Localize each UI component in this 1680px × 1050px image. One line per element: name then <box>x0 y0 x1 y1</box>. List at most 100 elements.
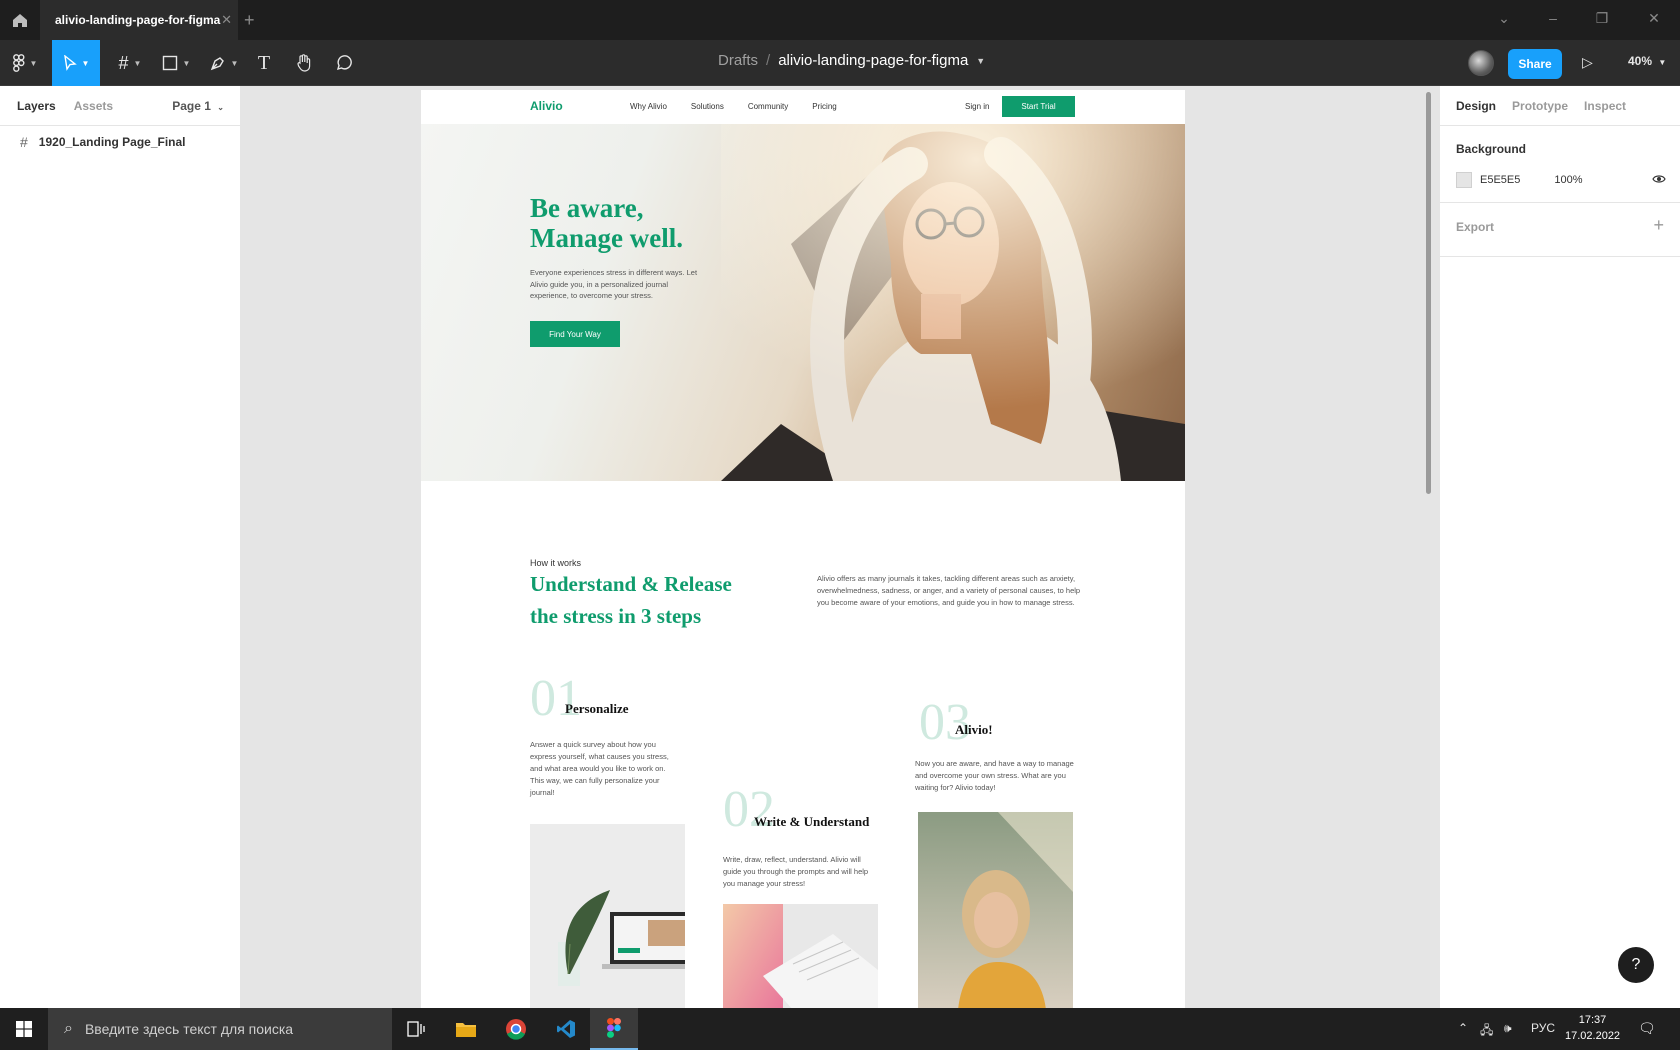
nav-link-why-alivio[interactable]: Why Alivio <box>630 102 667 111</box>
task-view-icon <box>407 1021 425 1037</box>
windows-start-button[interactable] <box>0 1008 48 1050</box>
frame-icon: # <box>118 52 129 73</box>
find-your-way-button[interactable]: Find Your Way <box>530 321 620 347</box>
close-tab-icon[interactable]: ✕ <box>221 12 232 28</box>
chevron-down-icon[interactable]: ⌄ <box>1494 10 1514 27</box>
layer-item[interactable]: # 1920_Landing Page_Final <box>0 126 240 158</box>
text-tool-button[interactable]: T <box>252 40 276 86</box>
hero-title-line-2: Manage well. <box>530 223 683 253</box>
sign-in-link[interactable]: Sign in <box>965 102 989 111</box>
frame-icon: # <box>20 134 28 150</box>
chevron-down-icon[interactable]: ▼ <box>976 56 985 69</box>
step-title-2: Write & Understand <box>754 814 870 829</box>
clock-time: 17:37 <box>1578 1014 1607 1026</box>
step-1-image <box>530 824 685 1008</box>
add-export-icon[interactable]: + <box>1653 215 1664 236</box>
figma-taskbar-button[interactable] <box>590 1008 638 1050</box>
nav-link-solutions[interactable]: Solutions <box>691 102 724 111</box>
minimize-icon[interactable]: – <box>1543 10 1563 26</box>
notification-icon[interactable]: 🗨 <box>1638 1020 1656 1037</box>
design-panel-tabs: Design Prototype Inspect <box>1440 86 1680 126</box>
canvas-scrollbar[interactable] <box>1426 92 1431 494</box>
shape-tool-button[interactable]: ▼ <box>156 40 196 86</box>
tab-prototype[interactable]: Prototype <box>1512 99 1568 113</box>
comment-tool-button[interactable] <box>330 40 358 86</box>
pen-tool-button[interactable]: ▼ <box>204 40 244 86</box>
move-tool-button[interactable]: ▼ <box>52 40 100 86</box>
step-3-image <box>918 812 1073 1008</box>
how-title-line-2: the stress in 3 steps <box>530 604 702 628</box>
restore-icon[interactable]: ❐ <box>1592 10 1612 27</box>
journal-illustration <box>723 904 878 1008</box>
chevron-down-icon: ⌄ <box>217 103 224 112</box>
windows-taskbar: ⌕ Введите здесь текст для поиска ⌃ 🖧 🕪 Р… <box>0 1008 1680 1050</box>
laptop-plant-illustration <box>530 824 685 1008</box>
how-title-line-1: Understand & Release <box>530 572 732 596</box>
text-icon: T <box>257 51 271 74</box>
chevron-up-icon[interactable]: ⌃ <box>1458 1021 1468 1035</box>
language-indicator[interactable]: РУС <box>1531 1021 1555 1035</box>
step-title-3: Alivio! <box>955 722 993 737</box>
volume-icon[interactable]: 🕪 <box>1504 1021 1512 1036</box>
main-menu-button[interactable]: ▼ <box>0 40 50 86</box>
task-view-button[interactable] <box>392 1008 440 1050</box>
section-divider <box>1440 202 1680 203</box>
vscode-button[interactable] <box>542 1008 590 1050</box>
breadcrumb-file-name[interactable]: alivio-landing-page-for-figma <box>778 52 968 69</box>
chrome-icon <box>506 1019 526 1040</box>
tab-design[interactable]: Design <box>1456 99 1496 113</box>
background-fill-row[interactable]: E5E5E5 100% <box>1456 172 1666 188</box>
hero-title-line-1: Be aware, <box>530 193 644 223</box>
zoom-dropdown[interactable]: 40% ▼ <box>1628 54 1666 68</box>
tab-assets[interactable]: Assets <box>74 99 113 113</box>
page-selector-label: Page 1 <box>172 99 211 113</box>
how-it-works-label: How it works <box>530 558 582 568</box>
figma-logo-icon <box>12 54 25 72</box>
taskbar-search-input[interactable]: ⌕ Введите здесь текст для поиска <box>48 1008 392 1050</box>
canvas[interactable]: Alivio Why Alivio Solutions Community Pr… <box>241 86 1439 1008</box>
nav-link-pricing[interactable]: Pricing <box>812 102 836 111</box>
tab-layers[interactable]: Layers <box>17 99 56 113</box>
layers-panel: Layers Assets Page 1 ⌄ # 1920_Landing Pa… <box>0 86 241 1008</box>
hero-section: Be aware, Manage well. Everyone experien… <box>421 124 1185 481</box>
artboard-frame[interactable]: Alivio Why Alivio Solutions Community Pr… <box>421 90 1185 1008</box>
eye-icon[interactable] <box>1652 174 1666 187</box>
present-play-icon[interactable]: ▷ <box>1582 54 1593 71</box>
windows-logo-icon <box>16 1021 32 1037</box>
page-selector[interactable]: Page 1 ⌄ <box>172 99 224 113</box>
clock-date: 17.02.2022 <box>1565 1030 1621 1042</box>
new-tab-icon[interactable]: + <box>244 10 255 31</box>
taskbar-search-placeholder: Введите здесь текст для поиска <box>84 1021 294 1037</box>
hand-tool-button[interactable] <box>290 40 318 86</box>
breadcrumb-drafts[interactable]: Drafts <box>718 52 758 69</box>
color-swatch[interactable] <box>1456 172 1472 188</box>
share-button[interactable]: Share <box>1508 49 1562 79</box>
figma-icon <box>607 1018 621 1038</box>
site-nav: Alivio Why Alivio Solutions Community Pr… <box>421 90 1185 124</box>
help-button[interactable]: ? <box>1618 947 1654 983</box>
hero-subtitle: Everyone experiences stress in different… <box>530 268 698 300</box>
layer-item-label: 1920_Landing Page_Final <box>38 135 186 149</box>
close-window-icon[interactable]: ✕ <box>1644 10 1664 27</box>
site-logo: Alivio <box>530 99 563 113</box>
taskbar-clock[interactable]: 17:37 17.02.2022 <box>1565 1012 1620 1044</box>
background-section-title: Background <box>1456 142 1527 156</box>
folder-icon <box>456 1023 476 1037</box>
step-title-1: Personalize <box>565 701 629 716</box>
network-icon[interactable]: 🖧 <box>1480 1021 1493 1042</box>
chrome-button[interactable] <box>492 1008 540 1050</box>
background-hex-value[interactable]: E5E5E5 <box>1480 174 1520 186</box>
chevron-down-icon: ▼ <box>1658 58 1667 67</box>
nav-link-community[interactable]: Community <box>748 102 788 111</box>
background-opacity-value[interactable]: 100% <box>1554 174 1582 186</box>
file-explorer-button[interactable] <box>442 1008 490 1050</box>
avatar[interactable] <box>1468 50 1494 76</box>
tab-inspect[interactable]: Inspect <box>1584 99 1626 113</box>
frame-tool-button[interactable]: # ▼ <box>110 40 150 86</box>
rectangle-icon <box>162 55 177 71</box>
home-icon[interactable] <box>8 8 32 32</box>
step-2-image <box>723 904 878 1008</box>
hero-title: Be aware, Manage well. <box>530 193 683 253</box>
start-trial-button[interactable]: Start Trial <box>1002 96 1075 117</box>
file-tab[interactable]: alivio-landing-page-for-figma ✕ <box>40 0 238 40</box>
